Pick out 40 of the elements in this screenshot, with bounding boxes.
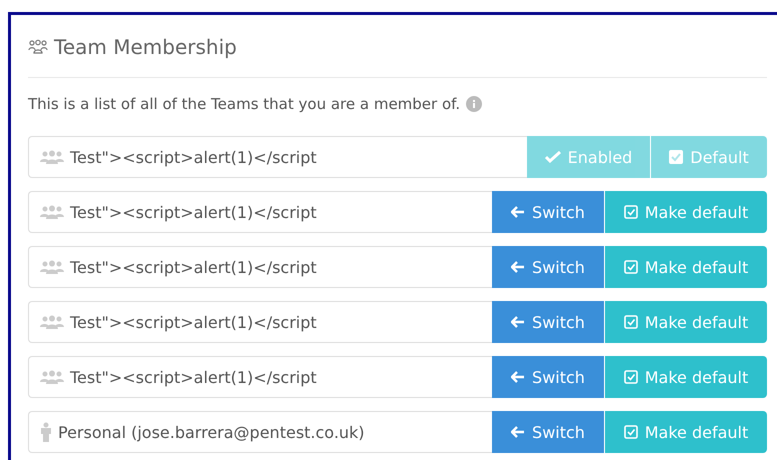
team-action-button[interactable]: Default <box>650 136 767 178</box>
team-name: Test"><script>alert(1)</script <box>70 148 317 166</box>
arrow-left-icon <box>511 206 526 218</box>
team-name: Test"><script>alert(1)</script <box>70 202 317 222</box>
team-action-button[interactable]: Make default <box>604 301 767 343</box>
info-icon <box>466 96 482 112</box>
users-icon <box>28 39 48 55</box>
team-action-button[interactable]: Switch <box>492 191 604 233</box>
team-name: Test"><script>alert(1)</script <box>70 312 317 332</box>
person-icon <box>40 422 52 442</box>
checkbox-icon <box>624 425 638 439</box>
checkbox-icon <box>624 260 638 274</box>
description-text: This is a list of all of the Teams that you are a member of. <box>28 95 460 113</box>
team-action-button[interactable]: Make default <box>604 411 767 453</box>
check-icon <box>544 151 561 163</box>
team-action-button[interactable]: Enabled <box>527 136 650 178</box>
team-action-button[interactable]: Switch <box>492 411 604 453</box>
arrow-left-icon <box>511 426 526 438</box>
team-name: Test"><script>alert(1)</script <box>70 258 317 276</box>
team-action-button[interactable]: Switch <box>492 246 604 288</box>
checkbox-icon <box>624 370 638 384</box>
team-action-button[interactable]: Make default <box>604 191 767 233</box>
users-icon <box>40 205 64 219</box>
users-icon <box>40 150 64 164</box>
checked-box-icon <box>669 150 684 164</box>
checkbox-icon <box>624 205 638 219</box>
users-icon <box>40 370 64 384</box>
team-action-button[interactable]: Make default <box>604 356 767 398</box>
arrow-left-icon <box>511 261 526 273</box>
team-action-button[interactable]: Switch <box>492 356 604 398</box>
team-action-button[interactable]: Make default <box>604 246 767 288</box>
team-name: Personal (jose.barrera@pentest.co.uk) <box>58 422 365 442</box>
users-icon <box>40 260 64 274</box>
checkbox-icon <box>624 315 638 329</box>
panel-title: Team Membership <box>54 35 237 59</box>
arrow-left-icon <box>511 371 526 383</box>
users-icon <box>40 315 64 329</box>
team-action-button[interactable]: Switch <box>492 301 604 343</box>
team-name: Test"><script>alert(1)</script <box>70 368 317 386</box>
arrow-left-icon <box>511 316 526 328</box>
